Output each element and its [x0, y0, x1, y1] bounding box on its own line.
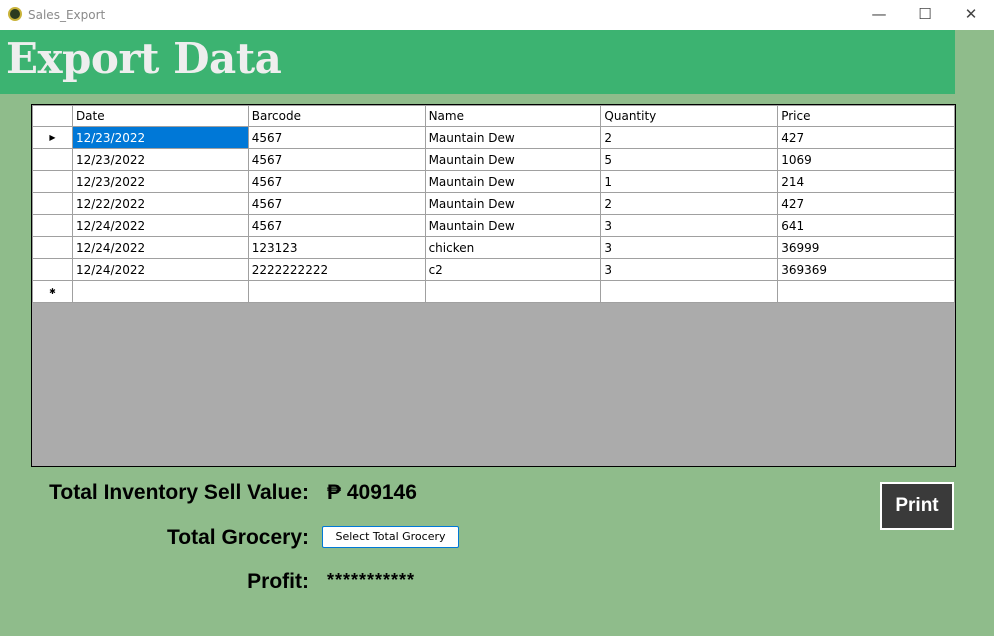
- cell-date[interactable]: 12/24/2022: [71, 258, 249, 281]
- header-banner: Export Data: [0, 30, 955, 94]
- window-title: Sales_Export: [28, 8, 106, 22]
- sales-table: Date Barcode Name Quantity Price ▶ 12/23…: [32, 105, 955, 303]
- column-header-name[interactable]: Name: [424, 105, 602, 127]
- table-row[interactable]: ▶ 12/23/2022 4567 Mauntain Dew 2 427: [32, 126, 955, 149]
- new-row[interactable]: ✱: [32, 280, 955, 303]
- close-icon[interactable]: ✕: [948, 0, 994, 30]
- cell-price[interactable]: 427: [777, 192, 955, 215]
- cell-barcode[interactable]: 4567: [247, 192, 426, 215]
- cell-price[interactable]: 1069: [777, 148, 955, 171]
- new-cell-barcode[interactable]: [247, 280, 426, 303]
- cell-barcode[interactable]: 4567: [247, 170, 426, 193]
- cell-date[interactable]: 12/24/2022: [71, 236, 249, 259]
- select-total-grocery-button[interactable]: Select Total Grocery: [322, 526, 459, 548]
- minimize-icon[interactable]: —: [856, 0, 902, 30]
- total-sell-value: ₱ 409146: [327, 481, 417, 504]
- column-header-price[interactable]: Price: [777, 105, 955, 127]
- cell-date[interactable]: 12/23/2022: [71, 170, 249, 193]
- column-header-quantity[interactable]: Quantity: [600, 105, 779, 127]
- row-header[interactable]: [32, 214, 73, 237]
- row-header-corner[interactable]: [32, 105, 73, 127]
- new-cell-date[interactable]: [71, 280, 249, 303]
- column-header-date[interactable]: Date: [71, 105, 249, 127]
- cell-date[interactable]: 12/23/2022: [71, 126, 249, 149]
- cell-name[interactable]: Mauntain Dew: [424, 192, 602, 215]
- cell-date[interactable]: 12/22/2022: [71, 192, 249, 215]
- row-header[interactable]: [32, 148, 73, 171]
- row-header[interactable]: [32, 170, 73, 193]
- cell-name[interactable]: Mauntain Dew: [424, 148, 602, 171]
- new-cell-quantity[interactable]: [600, 280, 779, 303]
- current-row-icon[interactable]: ▶: [32, 126, 73, 149]
- table-row[interactable]: 12/23/2022 4567 Mauntain Dew 5 1069: [32, 148, 955, 171]
- cell-name[interactable]: Mauntain Dew: [424, 170, 602, 193]
- table-header-row: Date Barcode Name Quantity Price: [32, 105, 955, 127]
- new-row-icon[interactable]: ✱: [32, 280, 73, 303]
- cell-price[interactable]: 641: [777, 214, 955, 237]
- profit-label: Profit:: [247, 570, 309, 593]
- total-grocery-label: Total Grocery:: [167, 526, 309, 549]
- cell-quantity[interactable]: 3: [600, 258, 779, 281]
- cell-name[interactable]: Mauntain Dew: [424, 214, 602, 237]
- table-row[interactable]: 12/24/2022 4567 Mauntain Dew 3 641: [32, 214, 955, 237]
- new-cell-price[interactable]: [777, 280, 955, 303]
- cell-price[interactable]: 36999: [777, 236, 955, 259]
- cell-quantity[interactable]: 2: [600, 192, 779, 215]
- cell-barcode[interactable]: 4567: [247, 148, 426, 171]
- cell-price[interactable]: 427: [777, 126, 955, 149]
- table-row[interactable]: 12/24/2022 123123 chicken 3 36999: [32, 236, 955, 259]
- row-header[interactable]: [32, 258, 73, 281]
- cell-name[interactable]: c2: [424, 258, 602, 281]
- cell-quantity[interactable]: 2: [600, 126, 779, 149]
- column-header-barcode[interactable]: Barcode: [247, 105, 426, 127]
- maximize-icon[interactable]: ☐: [902, 0, 948, 30]
- table-row[interactable]: 12/23/2022 4567 Mauntain Dew 1 214: [32, 170, 955, 193]
- app-icon: [8, 7, 22, 21]
- total-sell-value-label: Total Inventory Sell Value:: [49, 481, 309, 504]
- new-cell-name[interactable]: [424, 280, 602, 303]
- cell-barcode[interactable]: 2222222222: [247, 258, 426, 281]
- table-row[interactable]: 12/24/2022 2222222222 c2 3 369369: [32, 258, 955, 281]
- print-button[interactable]: Print: [880, 482, 954, 530]
- cell-price[interactable]: 214: [777, 170, 955, 193]
- cell-price[interactable]: 369369: [777, 258, 955, 281]
- table-row[interactable]: 12/22/2022 4567 Mauntain Dew 2 427: [32, 192, 955, 215]
- cell-barcode[interactable]: 4567: [247, 214, 426, 237]
- cell-name[interactable]: Mauntain Dew: [424, 126, 602, 149]
- row-header[interactable]: [32, 236, 73, 259]
- row-header[interactable]: [32, 192, 73, 215]
- cell-quantity[interactable]: 3: [600, 236, 779, 259]
- cell-barcode[interactable]: 123123: [247, 236, 426, 259]
- cell-date[interactable]: 12/23/2022: [71, 148, 249, 171]
- cell-name[interactable]: chicken: [424, 236, 602, 259]
- cell-quantity[interactable]: 3: [600, 214, 779, 237]
- cell-quantity[interactable]: 5: [600, 148, 779, 171]
- page-title: Export Data: [6, 34, 282, 83]
- cell-date[interactable]: 12/24/2022: [71, 214, 249, 237]
- cell-quantity[interactable]: 1: [600, 170, 779, 193]
- window-titlebar: Sales_Export — ☐ ✕: [0, 0, 994, 30]
- cell-barcode[interactable]: 4567: [247, 126, 426, 149]
- sales-data-grid[interactable]: Date Barcode Name Quantity Price ▶ 12/23…: [31, 104, 956, 467]
- profit-value: ***********: [327, 570, 416, 590]
